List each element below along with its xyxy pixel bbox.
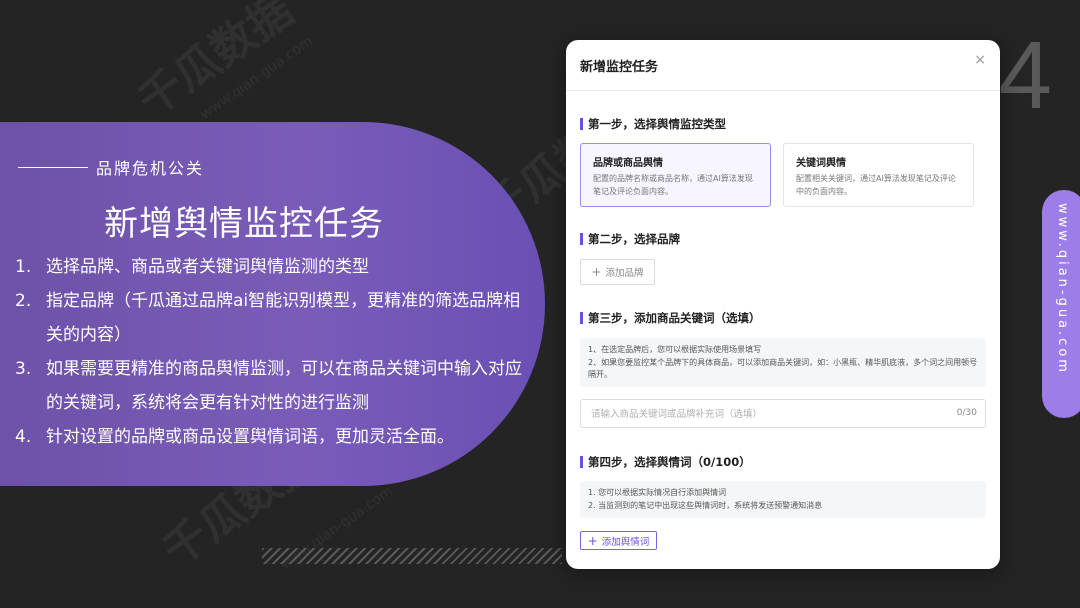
step2-label: 第二步，选择品牌: [588, 232, 680, 246]
list-item: 3. 如果需要更精准的商品舆情监测，可以在商品关键词中输入对应的关键词，系统将会更…: [15, 352, 525, 420]
subtitle-text: 品牌危机公关: [96, 159, 205, 178]
step4-title: 第四步，选择舆情词（0/100）: [580, 454, 751, 470]
note-line: 1. 您可以根据实际情况自行添加舆情词: [588, 488, 727, 497]
char-counter: 0/30: [956, 408, 977, 418]
add-sentiment-word-button[interactable]: + 添加舆情词: [580, 531, 657, 550]
step3-title: 第三步，添加商品关键词（选填）: [580, 310, 761, 326]
step4-label: 第四步，选择舆情词（0/100）: [588, 455, 751, 469]
step-marker: [580, 118, 583, 130]
watermark-url: www.qian-gua.com: [197, 33, 317, 123]
product-keyword-input[interactable]: [591, 406, 921, 422]
plus-icon: +: [587, 533, 598, 548]
note-line: 2. 当监测到的笔记中出现这些舆情词时，系统将发送预警通知消息: [588, 500, 823, 510]
page-number: 4: [998, 22, 1052, 129]
close-icon[interactable]: ×: [974, 52, 986, 68]
note-line: 1、在选定品牌后，您可以根据实际使用场景填写: [588, 345, 762, 354]
list-item: 2. 指定品牌（千瓜通过品牌ai智能识别模型，更精准的筛选品牌相关的内容）: [15, 284, 525, 352]
item-number: 1.: [15, 257, 32, 277]
list-item: 1. 选择品牌、商品或者关键词舆情监测的类型: [15, 250, 525, 284]
dialog-title: 新增监控任务: [580, 60, 659, 75]
card-description: 配置的品牌名称或商品名称，通过AI算法发现笔记及评论负面内容。: [593, 174, 753, 196]
step3-notes: 1、在选定品牌后，您可以根据实际使用场景填写 2、如果您要监控某个品牌下的具体商…: [580, 338, 986, 387]
step-marker: [580, 312, 583, 324]
card-description: 配置相关关键词，通过AI算法发现笔记及评论中的负面内容。: [796, 174, 956, 196]
add-brand-label: 添加品牌: [605, 268, 644, 279]
section-subtitle: 品牌危机公关: [18, 155, 204, 179]
item-text: 针对设置的品牌或商品设置舆情词语，更加灵活全面。: [46, 427, 454, 447]
watermark-text: 千瓜数据: [128, 0, 303, 128]
type-card-keyword[interactable]: 关键词舆情 配置相关关键词，通过AI算法发现笔记及评论中的负面内容。: [783, 143, 974, 207]
list-item: 4. 针对设置的品牌或商品设置舆情词语，更加灵活全面。: [15, 420, 525, 454]
item-number: 4.: [15, 427, 32, 447]
dialog-header: 新增监控任务 ×: [566, 40, 1000, 91]
new-monitor-task-dialog: 新增监控任务 × 第一步，选择舆情监控类型 品牌或商品舆情 配置的品牌名称或商品…: [566, 40, 1000, 569]
step-marker: [580, 233, 583, 245]
item-text: 如果需要更精准的商品舆情监测，可以在商品关键词中输入对应的关键词，系统将会更有针…: [46, 359, 522, 413]
item-number: 3.: [15, 359, 32, 379]
step1-title: 第一步，选择舆情监控类型: [580, 116, 726, 132]
note-line: 2、如果您要监控某个品牌下的具体商品，可以添加商品关键词，如：小黑瓶、精华肌底液…: [588, 357, 978, 380]
card-title: 品牌或商品舆情: [593, 158, 663, 169]
decorative-hatch: [262, 548, 562, 564]
item-text: 指定品牌（千瓜通过品牌ai智能识别模型，更精准的筛选品牌相关的内容）: [46, 291, 521, 345]
card-title: 关键词舆情: [796, 158, 846, 169]
add-brand-button[interactable]: + 添加品牌: [580, 259, 655, 285]
page-title: 新增舆情监控任务: [104, 204, 384, 244]
subtitle-divider: [18, 166, 88, 168]
step4-notes: 1. 您可以根据实际情况自行添加舆情词 2. 当监测到的笔记中出现这些舆情词时，…: [580, 481, 986, 518]
step2-title: 第二步，选择品牌: [580, 231, 680, 247]
item-text: 选择品牌、商品或者关键词舆情监测的类型: [46, 257, 369, 277]
plus-icon: +: [591, 265, 602, 279]
feature-list: 1. 选择品牌、商品或者关键词舆情监测的类型 2. 指定品牌（千瓜通过品牌ai智能识…: [15, 250, 525, 454]
step-marker: [580, 456, 583, 468]
product-keyword-field[interactable]: 0/30: [580, 399, 986, 428]
side-url: www.qian-gua.com: [1055, 203, 1070, 375]
step3-label: 第三步，添加商品关键词（选填）: [588, 311, 761, 325]
step1-label: 第一步，选择舆情监控类型: [588, 117, 726, 131]
add-sentiment-word-label: 添加舆情词: [601, 536, 650, 548]
item-number: 2.: [15, 291, 32, 311]
type-card-brand-product[interactable]: 品牌或商品舆情 配置的品牌名称或商品名称，通过AI算法发现笔记及评论负面内容。: [580, 143, 771, 207]
